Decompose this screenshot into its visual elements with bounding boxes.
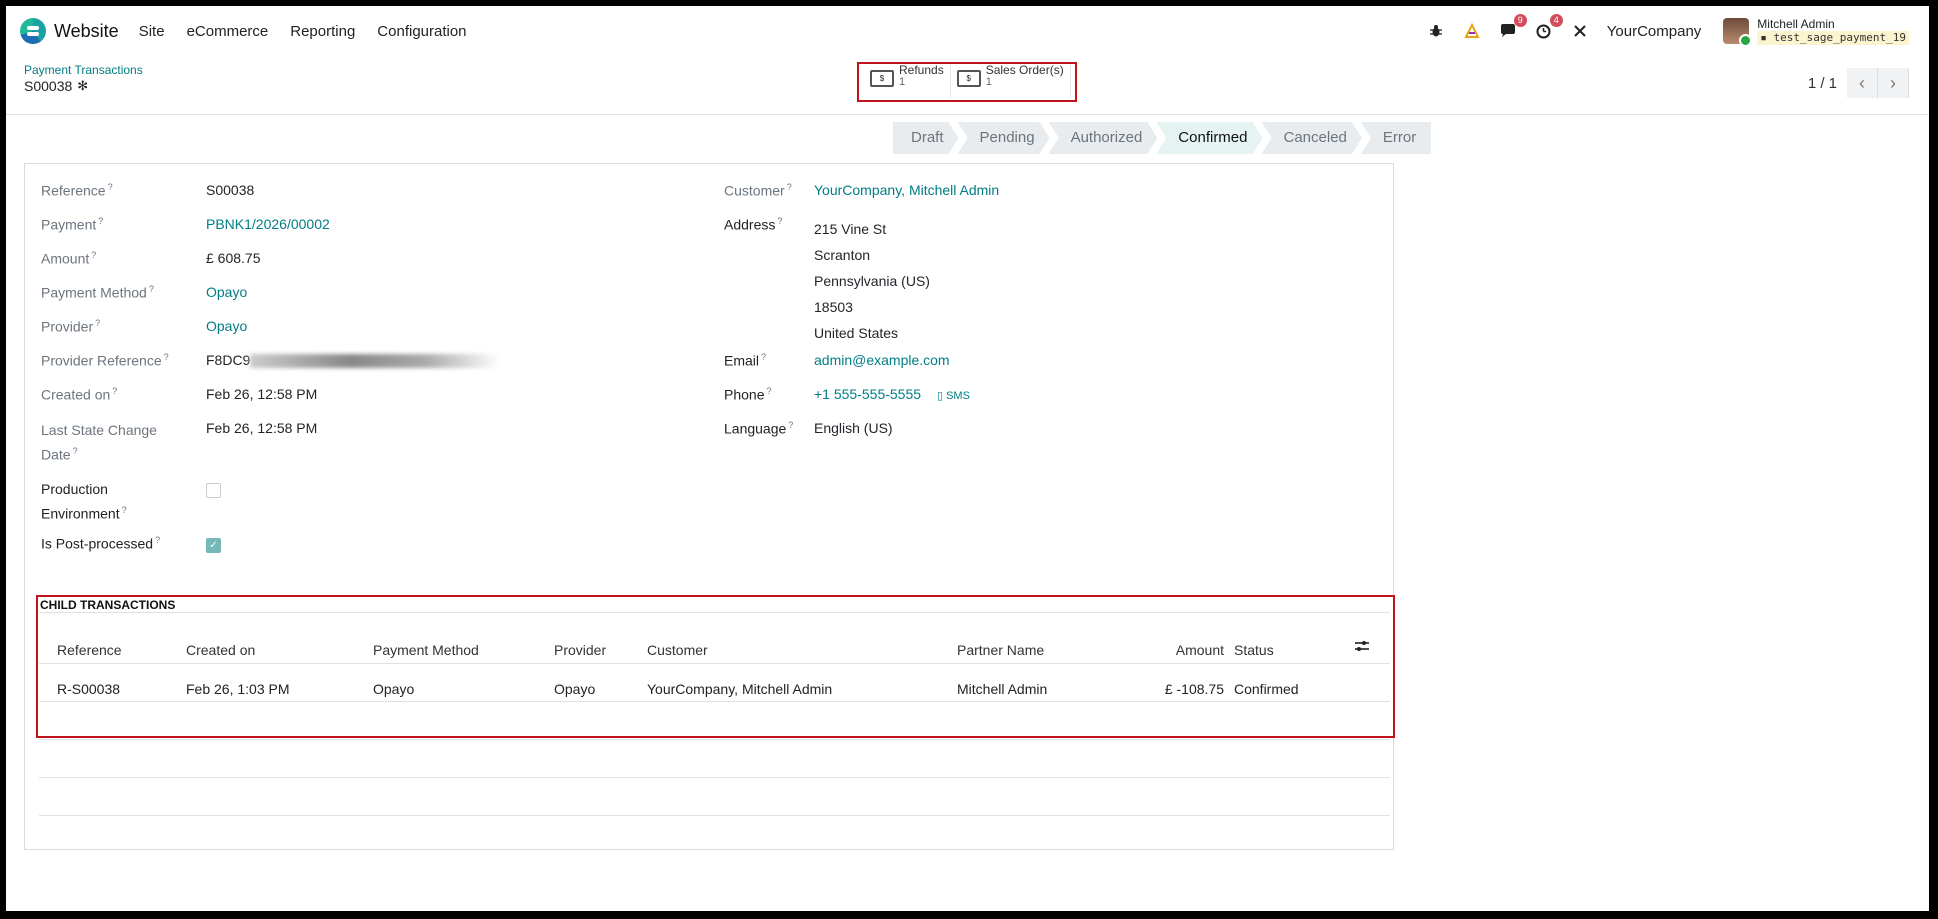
redacted-text bbox=[250, 354, 501, 369]
database-icon: ▪ bbox=[1760, 31, 1774, 44]
provider-link[interactable]: Opayo bbox=[206, 318, 247, 334]
menu-ecommerce[interactable]: eCommerce bbox=[187, 23, 269, 40]
post-processed-checkbox[interactable]: ✓ bbox=[206, 538, 221, 553]
address-zip: 18503 bbox=[814, 299, 853, 315]
created-on-label: Created on? bbox=[41, 386, 118, 403]
provider-label: Provider? bbox=[41, 318, 101, 335]
avatar[interactable] bbox=[1723, 18, 1753, 47]
customer-link[interactable]: YourCompany, Mitchell Admin bbox=[814, 182, 999, 198]
stage-draft[interactable]: Draft bbox=[893, 122, 959, 154]
check-icon[interactable]: ✓ bbox=[206, 538, 221, 553]
breadcrumb[interactable]: Payment Transactions bbox=[24, 63, 143, 77]
company-switcher[interactable]: YourCompany bbox=[1607, 23, 1702, 40]
divider bbox=[39, 777, 1390, 778]
payment-method-label: Payment Method? bbox=[41, 284, 154, 301]
phone-label: Phone? bbox=[724, 386, 772, 403]
provider-reference-value: F8DC9 bbox=[206, 352, 501, 369]
checkbox-empty[interactable] bbox=[206, 483, 221, 498]
website-app-icon[interactable] bbox=[20, 18, 46, 44]
payment-method-link[interactable]: Opayo bbox=[206, 284, 247, 300]
ai-icon[interactable] bbox=[1461, 20, 1483, 42]
clock-icon[interactable]: 4 bbox=[1533, 14, 1563, 42]
stage-canceled[interactable]: Canceled bbox=[1262, 122, 1362, 154]
gear-icon[interactable]: ✻ bbox=[77, 78, 88, 94]
address-street: 215 Vine St bbox=[814, 221, 887, 237]
database-name: ▪ test_sage_payment_19 bbox=[1757, 31, 1909, 45]
chevron-left-icon[interactable]: ‹ bbox=[1847, 68, 1878, 98]
address-city: Scranton bbox=[814, 247, 871, 263]
activities-badge: 4 bbox=[1549, 14, 1563, 27]
created-on-value: Feb 26, 12:58 PM bbox=[206, 386, 318, 402]
address-country: United States bbox=[814, 325, 899, 341]
amount-value: £ 608.75 bbox=[206, 250, 261, 266]
customer-label: Customer? bbox=[724, 182, 792, 199]
divider bbox=[6, 114, 1929, 115]
stage-confirmed[interactable]: Confirmed bbox=[1156, 122, 1262, 154]
amount-label: Amount? bbox=[41, 250, 97, 267]
phone-link[interactable]: +1 555-555-5555 bbox=[814, 386, 921, 402]
reference-label: Reference? bbox=[41, 182, 113, 199]
app-name[interactable]: Website bbox=[54, 21, 119, 42]
chat-icon[interactable]: 9 bbox=[1497, 14, 1527, 42]
language-label: Language? bbox=[724, 420, 794, 437]
sms-button[interactable]: ▯ SMS bbox=[937, 390, 970, 402]
top-navbar: Website Site eCommerce Reporting Configu… bbox=[6, 6, 1929, 56]
address-value: 215 Vine St Scranton Pennsylvania (US) 1… bbox=[814, 216, 930, 346]
app-window: Website Site eCommerce Reporting Configu… bbox=[6, 6, 1929, 911]
language-value: English (US) bbox=[814, 420, 893, 436]
highlight-box bbox=[36, 595, 1395, 738]
payment-label: Payment? bbox=[41, 216, 104, 233]
highlight-box bbox=[857, 62, 1077, 102]
menu-site[interactable]: Site bbox=[139, 23, 165, 40]
stage-pending[interactable]: Pending bbox=[958, 122, 1050, 154]
reference-value: S00038 bbox=[206, 182, 255, 198]
last-state-change-value: Feb 26, 12:58 PM bbox=[206, 420, 318, 436]
pager-value[interactable]: 1 / 1 bbox=[1808, 75, 1837, 92]
divider bbox=[39, 815, 1390, 816]
production-checkbox[interactable] bbox=[206, 483, 221, 498]
systray: 9 4 YourCompany Mitchell Admin ▪ test_sa… bbox=[1411, 6, 1909, 56]
address-state: Pennsylvania (US) bbox=[814, 273, 930, 289]
page-title: S00038 ✻ bbox=[24, 78, 89, 94]
menu-configuration[interactable]: Configuration bbox=[377, 23, 466, 40]
last-state-change-label: Last State Change Date? bbox=[41, 422, 157, 463]
provider-reference-label: Provider Reference? bbox=[41, 352, 169, 369]
tools-icon[interactable] bbox=[1569, 20, 1591, 42]
email-link[interactable]: admin@example.com bbox=[814, 352, 950, 368]
post-processed-label: Is Post-processed? bbox=[41, 535, 161, 552]
address-label: Address? bbox=[724, 216, 783, 233]
production-environment-label: Production Environment? bbox=[41, 481, 127, 522]
payment-link[interactable]: PBNK1/2026/00002 bbox=[206, 216, 330, 232]
mobile-icon: ▯ bbox=[936, 390, 943, 402]
phone-value: +1 555-555-5555 ▯ SMS bbox=[814, 386, 970, 402]
pager: 1 / 1 ‹ › bbox=[1808, 68, 1909, 98]
stage-error[interactable]: Error bbox=[1360, 122, 1432, 154]
stage-authorized[interactable]: Authorized bbox=[1049, 122, 1158, 154]
main-menu: Site eCommerce Reporting Configuration bbox=[139, 23, 489, 40]
messages-badge: 9 bbox=[1513, 14, 1527, 27]
chevron-right-icon[interactable]: › bbox=[1878, 68, 1909, 98]
divider bbox=[39, 739, 1390, 740]
status-bar: Draft Pending Authorized Confirmed Cance… bbox=[893, 122, 1432, 154]
bug-icon[interactable] bbox=[1425, 20, 1447, 42]
menu-reporting[interactable]: Reporting bbox=[290, 23, 355, 40]
user-name: Mitchell Admin bbox=[1757, 17, 1835, 31]
email-label: Email? bbox=[724, 352, 767, 369]
form-sheet bbox=[24, 163, 1394, 850]
user-menu[interactable]: Mitchell Admin ▪ test_sage_payment_19 bbox=[1757, 17, 1909, 45]
